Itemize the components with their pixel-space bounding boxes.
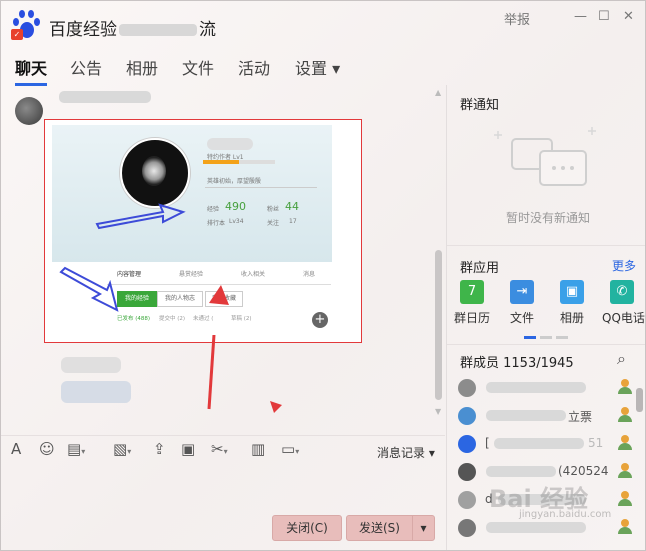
tab-announcement[interactable]: 公告 [70,55,102,79]
calendar-icon: 7 [460,280,484,304]
app-label: 文件 [509,311,534,325]
upload-icon[interactable]: ⇪ [153,440,166,458]
redacted-sender-name [59,91,151,103]
search-icon[interactable]: ⌕ [617,349,626,369]
panel-divider [446,85,447,550]
tab-chat[interactable]: 聊天 [15,55,48,86]
member-avatar [458,407,476,425]
apps-pager[interactable] [524,336,578,339]
redacted-member-name [494,438,584,449]
redacted-message-line [61,357,121,373]
minimize-button[interactable]: — [574,9,587,24]
photo-icon: ▣ [560,280,584,304]
members-title: 群成员 1153/1945 [460,356,574,371]
member-role-icon [617,491,633,507]
redacted-member-name [486,466,556,477]
chat-scrollbar[interactable] [435,250,442,400]
red-arrowhead-icon [209,285,229,305]
close-button[interactable]: 关闭(C) [272,515,342,541]
member-row[interactable] [458,378,632,397]
sender-avatar[interactable] [15,97,43,125]
app-calendar[interactable]: 7 群日历 [452,280,492,326]
redacted-member-name [486,410,566,421]
send-button[interactable]: 发送(S) [346,515,413,541]
blue-arrow-button [59,266,119,312]
watermark-url: jingyan.baidu.com [519,509,612,520]
member-role-icon [617,407,633,423]
scroll-up-arrow-icon[interactable]: ▲ [435,88,441,97]
baidu-paw-logo-icon: ✓ [11,10,43,42]
redacted-member-name [486,382,586,393]
member-role-icon [617,519,633,535]
member-row[interactable]: [ 51 [458,434,632,453]
app-label: 群日历 [453,311,490,325]
member-row[interactable] [458,518,632,537]
scroll-down-arrow-icon[interactable]: ▼ [435,407,441,416]
zoom-in-icon[interactable]: + [312,312,328,328]
chat-message-area[interactable]: 特约作者 Lv1 英雄初始，厚望殷殷 经验 490 粉丝 44 排行本 Lv34… [1,85,446,425]
tab-bar: 聊天 公告 相册 文件 活动 设置 ▾ [1,51,445,86]
message-box-icon[interactable]: ▭▾ [281,440,299,458]
member-role-icon [617,435,633,451]
member-role-icon [617,379,633,395]
gif-icon[interactable]: ▤▾ [67,440,85,458]
member-avatar [458,491,476,509]
member-avatar [458,435,476,453]
tab-settings[interactable]: 设置 ▾ [295,55,340,79]
close-window-button[interactable]: ✕ [623,9,634,24]
app-qq-call[interactable]: ✆ QQ电话 [602,280,645,326]
member-role-icon [617,463,633,479]
group-apps-title: 群应用 [460,261,500,276]
empty-notice-text: 暂时没有新通知 [506,211,591,225]
empty-notice-illustration-icon [494,127,596,186]
blue-arrow-exp [95,203,186,230]
font-icon[interactable]: A [11,440,21,458]
window-title: 百度经验流 [49,20,216,40]
redacted-title [119,24,197,36]
phone-icon: ✆ [610,280,634,304]
screenshot-scissors-icon[interactable]: ✂▾ [211,440,228,458]
app-label: QQ电话 [602,311,645,325]
member-avatar [458,519,476,537]
tab-files[interactable]: 文件 [182,55,214,79]
notice-title: 群通知 [460,98,500,113]
upload-file-icon: ⇥ [510,280,534,304]
maximize-button[interactable]: ☐ [598,9,610,24]
member-avatar [458,379,476,397]
more-apps-link[interactable]: 更多 [612,257,636,274]
badge-icon: ✓ [11,29,23,40]
input-toolbar: A ☺ ▤▾ ▧▾ ⇪ ▣ ✂▾ ▥ ▭▾ 消息记录 ▾ [1,435,445,464]
red-triangle-mark [270,401,282,413]
members-scrollbar[interactable] [636,388,643,412]
title-bar: ✓ 百度经验流 举报 — ☐ ✕ [1,1,645,47]
report-button[interactable]: 举报 [504,9,530,28]
message-history-button[interactable]: 消息记录 ▾ [377,444,435,461]
group-chat-window: ✓ 百度经验流 举报 — ☐ ✕ 聊天 公告 相册 文件 活动 设置 ▾ 特约作… [0,0,646,551]
tab-album[interactable]: 相册 [126,55,158,79]
image-icon[interactable]: ▧▾ [113,440,131,458]
send-options-dropdown[interactable]: ▾ [412,515,435,541]
red-packet-icon[interactable]: ▥ [251,440,265,458]
gift-icon[interactable]: ▣ [181,440,195,458]
tab-activity[interactable]: 活动 [238,55,270,79]
app-files[interactable]: ⇥ 文件 [502,280,542,326]
app-album[interactable]: ▣ 相册 [552,280,592,326]
redacted-member-name [486,522,586,533]
app-label: 相册 [559,311,584,325]
redacted-message-line [61,381,131,403]
member-avatar [458,463,476,481]
emoji-icon[interactable]: ☺ [39,440,55,458]
member-row[interactable]: 立票 [458,406,632,425]
member-row[interactable]: (420524 [458,462,632,481]
